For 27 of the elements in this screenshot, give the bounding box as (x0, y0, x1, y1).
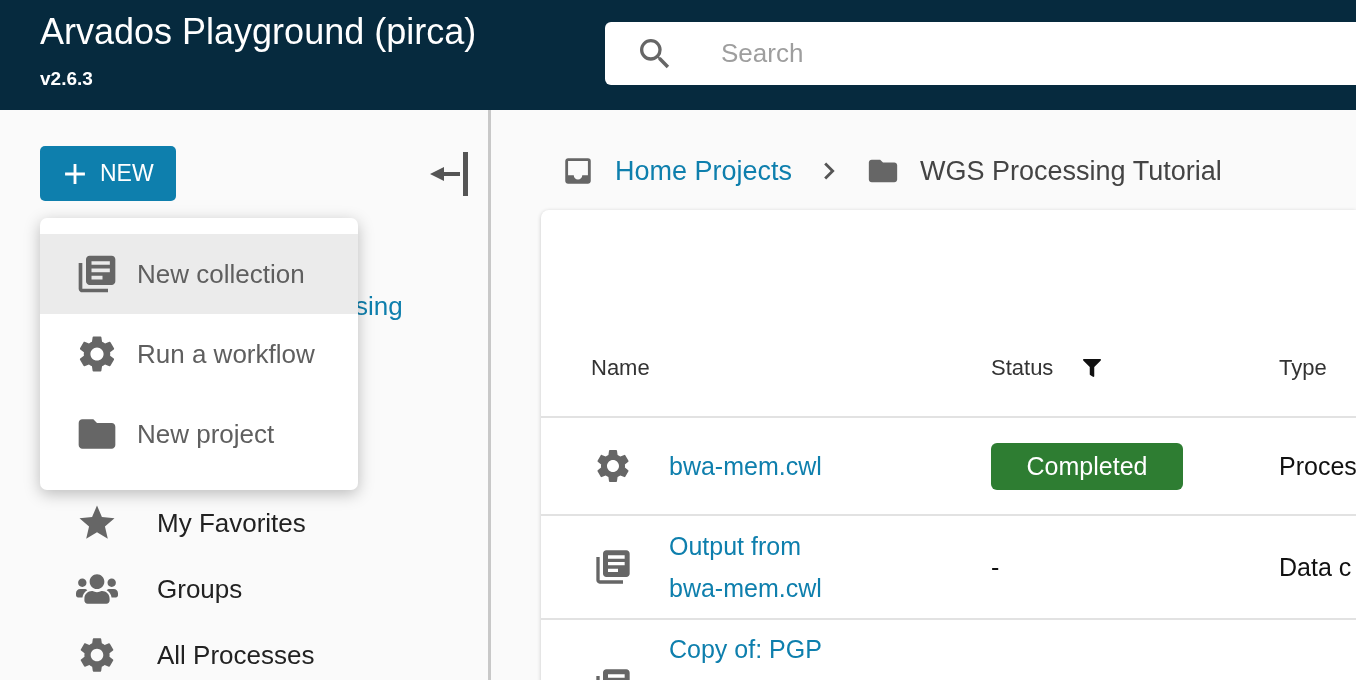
column-header[interactable]: Status (991, 355, 1054, 381)
status-badge: Completed (991, 442, 1183, 490)
sidebar-item[interactable]: All Processes (0, 622, 488, 680)
item-name-link[interactable]: Copy of: PGP (669, 620, 834, 670)
tree-item-label[interactable]: sing (355, 291, 488, 322)
menu-item[interactable]: New project (40, 394, 358, 474)
column-header[interactable]: Name (591, 355, 650, 381)
search-field[interactable]: Search (605, 22, 1356, 85)
column-header[interactable]: Type (1279, 355, 1327, 381)
search-input[interactable]: Search (719, 37, 1356, 70)
filter-icon[interactable] (1083, 359, 1102, 377)
breadcrumb-link[interactable]: Home Projects (615, 155, 793, 187)
collapse-sidebar-icon[interactable] (430, 151, 470, 196)
table-cell: Proces (1279, 451, 1356, 480)
collection-icon (593, 547, 633, 587)
menu-item[interactable]: New collection (40, 234, 358, 314)
breadcrumb-current: WGS Processing Tutorial (920, 155, 1222, 187)
version-label: v2.6.3 (40, 68, 94, 90)
item-name-link[interactable]: bwa-mem.cwl (669, 445, 834, 487)
app-title: Arvados Playground (pirca) (40, 10, 478, 54)
sidebar-item[interactable]: Groups (0, 556, 488, 622)
table-cell: Data c (1279, 552, 1352, 581)
new-button[interactable]: NEW (40, 146, 176, 201)
sidebar-item[interactable]: My Favorites (0, 490, 488, 556)
table-cell: - (991, 552, 1000, 581)
menu-item[interactable]: Run a workflow (40, 314, 358, 394)
item-name-link[interactable]: Output from bwa-mem.cwl (669, 525, 834, 609)
